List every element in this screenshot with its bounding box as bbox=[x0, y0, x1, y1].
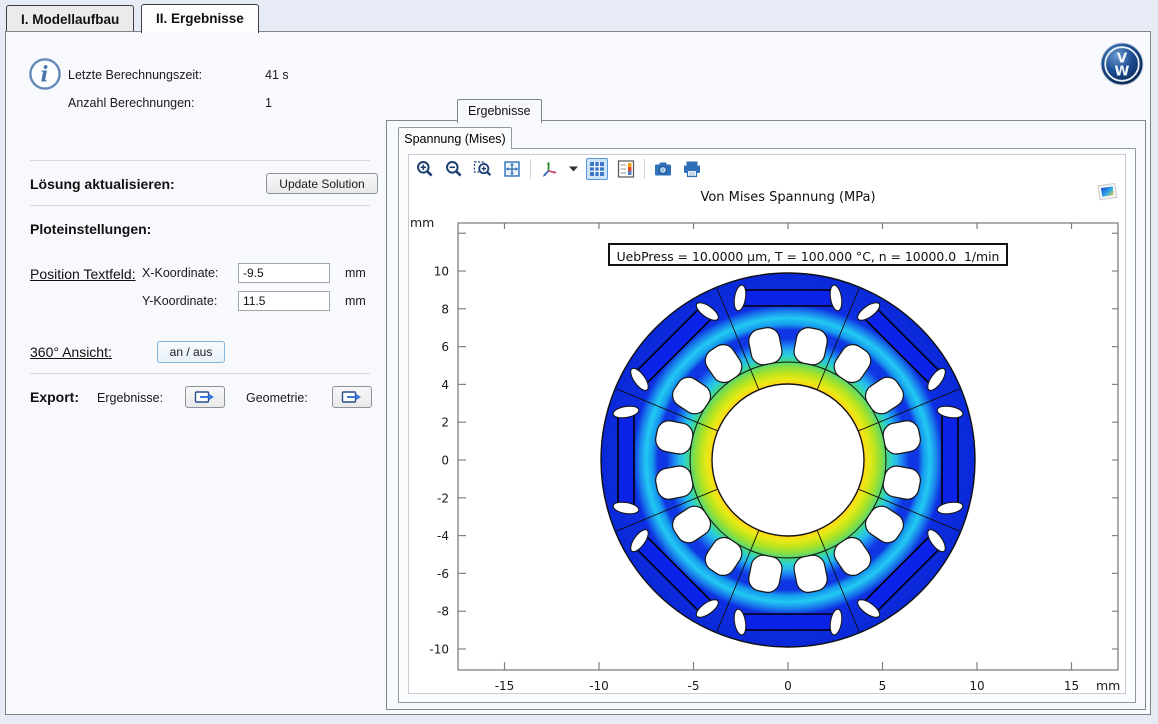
subtab-spannung-mises[interactable]: Spannung (Mises) bbox=[398, 127, 512, 149]
plot-canvas[interactable]: -15 -10 -5 0 5 10 15 -10 -8 -6 -4 -2 0 2 4 6 8 10 bbox=[408, 154, 1126, 694]
last-computation-label: Letzte Berechnungszeit: bbox=[68, 68, 202, 82]
export-icon bbox=[341, 390, 363, 404]
divider bbox=[30, 205, 370, 206]
y-tick-label: 6 bbox=[441, 340, 449, 354]
toolbar-separator bbox=[644, 159, 645, 179]
y-tick-label: -6 bbox=[437, 567, 449, 581]
zoom-out-icon[interactable] bbox=[443, 158, 465, 180]
y-tick-label: 2 bbox=[441, 416, 449, 430]
camera-icon[interactable] bbox=[652, 158, 674, 180]
info-icon: i bbox=[27, 56, 63, 97]
y-tick-label: -10 bbox=[429, 643, 449, 657]
y-tick-label: -4 bbox=[437, 529, 449, 543]
x-tick-label: -5 bbox=[688, 679, 700, 693]
y-coordinate-input[interactable] bbox=[238, 291, 330, 311]
plot-annotation: UebPress = 10.0000 µm, T = 100.000 °C, n… bbox=[608, 243, 1008, 266]
viewer-tab-ergebnisse[interactable]: Ergebnisse bbox=[457, 99, 542, 123]
x-coordinate-label: X-Koordinate: bbox=[142, 266, 218, 280]
svg-text:W: W bbox=[1115, 64, 1130, 80]
axes-orientation-icon[interactable] bbox=[538, 158, 560, 180]
divider bbox=[30, 373, 370, 374]
plot-snapshot-icon[interactable] bbox=[1096, 181, 1120, 208]
computation-count-label: Anzahl Berechnungen: bbox=[68, 96, 194, 110]
export-heading: Export: bbox=[30, 389, 79, 405]
x-unit-label: mm bbox=[345, 266, 366, 280]
y-unit-label: mm bbox=[345, 294, 366, 308]
export-geometry-label: Geometrie: bbox=[246, 391, 308, 405]
y-tick-label: 0 bbox=[441, 454, 449, 468]
toolbar-separator bbox=[530, 159, 531, 179]
position-textfield-label: Position Textfeld: bbox=[30, 266, 136, 282]
svg-text:i: i bbox=[41, 62, 49, 87]
y-tick-label: 8 bbox=[441, 302, 449, 316]
tab-ergebnisse[interactable]: II. Ergebnisse bbox=[141, 4, 259, 33]
y-tick-label: 4 bbox=[441, 378, 449, 392]
x-tick-label: 0 bbox=[784, 679, 792, 693]
zoom-in-icon[interactable] bbox=[414, 158, 436, 180]
plot-settings-heading: Ploteinstellungen: bbox=[30, 221, 151, 237]
vw-logo: V W bbox=[1100, 42, 1144, 91]
update-solution-heading: Lösung aktualisieren: bbox=[30, 176, 175, 192]
y-coordinate-label: Y-Koordinate: bbox=[142, 294, 217, 308]
export-results-label: Ergebnisse: bbox=[97, 391, 163, 405]
update-solution-button[interactable]: Update Solution bbox=[266, 173, 378, 194]
zoom-extents-icon[interactable] bbox=[501, 158, 523, 180]
y-tick-label: -2 bbox=[437, 491, 449, 505]
y-tick-label: 10 bbox=[434, 265, 449, 279]
divider bbox=[30, 160, 370, 161]
export-results-button[interactable] bbox=[185, 386, 225, 408]
last-computation-value: 41 s bbox=[265, 68, 289, 82]
rotor-stress-plot bbox=[601, 273, 975, 647]
x-tick-label: 10 bbox=[969, 679, 984, 693]
color-legend-icon[interactable] bbox=[615, 158, 637, 180]
app-window: I. Modellaufbau II. Ergebnisse i Letzte … bbox=[0, 0, 1158, 724]
x-coordinate-input[interactable] bbox=[238, 263, 330, 283]
print-icon[interactable] bbox=[681, 158, 703, 180]
computation-count-value: 1 bbox=[265, 96, 272, 110]
plot-toolbar bbox=[414, 157, 703, 181]
zoom-box-icon[interactable] bbox=[472, 158, 494, 180]
grid-icon[interactable] bbox=[586, 158, 608, 180]
x-tick-label: -15 bbox=[495, 679, 515, 693]
view-360-toggle-button[interactable]: an / aus bbox=[157, 341, 225, 363]
x-tick-label: -10 bbox=[589, 679, 609, 693]
y-tick-label: -8 bbox=[437, 605, 449, 619]
x-tick-label: 15 bbox=[1064, 679, 1079, 693]
tab-modellaufbau[interactable]: I. Modellaufbau bbox=[6, 5, 134, 31]
axes-dropdown-caret-icon[interactable] bbox=[567, 158, 579, 180]
export-icon bbox=[194, 390, 216, 404]
export-geometry-button[interactable] bbox=[332, 386, 372, 408]
view-360-label: 360° Ansicht: bbox=[30, 344, 112, 360]
x-tick-label: 5 bbox=[879, 679, 887, 693]
